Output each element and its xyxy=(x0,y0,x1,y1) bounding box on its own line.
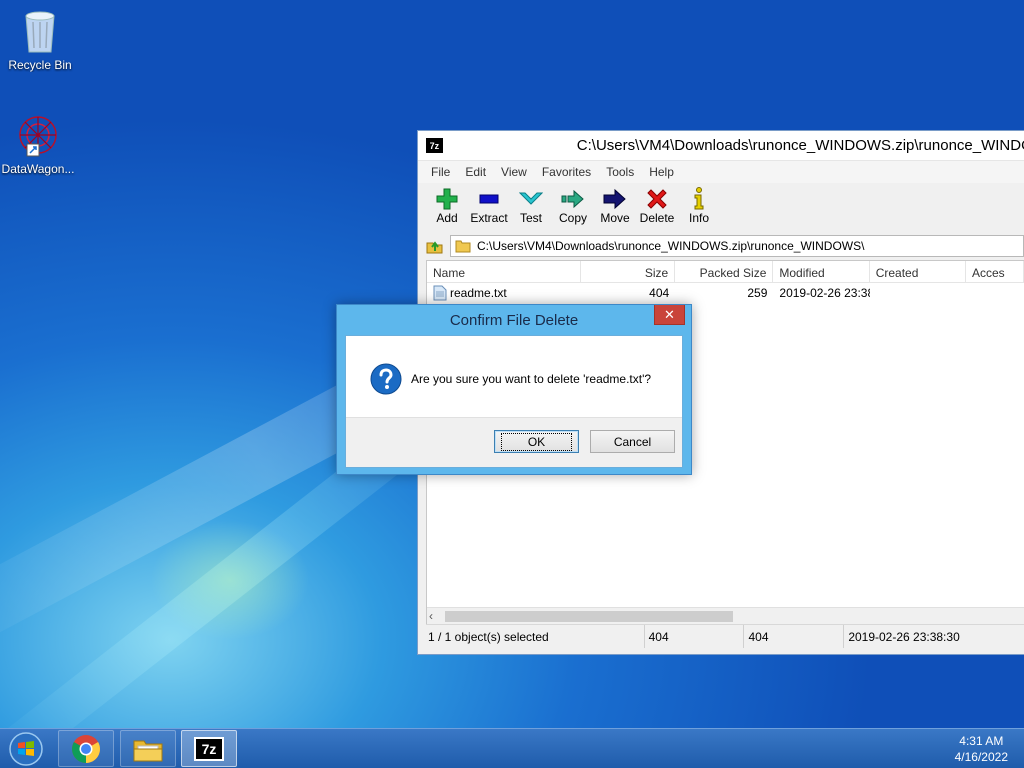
scrollbar-thumb[interactable] xyxy=(445,611,733,622)
clock-date: 4/16/2022 xyxy=(954,750,1008,764)
up-folder-icon[interactable] xyxy=(426,237,444,255)
desktop-icon-datawagon[interactable]: DataWagon... xyxy=(0,114,78,176)
extract-label: Extract xyxy=(470,211,508,225)
ok-button[interactable]: OK xyxy=(494,430,579,453)
file-explorer-icon xyxy=(133,740,163,761)
extract-button[interactable]: Extract xyxy=(468,183,510,225)
address-text: C:\Users\VM4\Downloads\runonce_WINDOWS.z… xyxy=(477,239,865,253)
copy-arrow-icon xyxy=(561,189,584,209)
move-label: Move xyxy=(600,211,630,225)
copy-button[interactable]: Copy xyxy=(552,183,594,225)
taskbar-file-explorer[interactable] xyxy=(120,730,176,767)
move-arrow-icon xyxy=(603,188,626,210)
horizontal-scrollbar[interactable]: ‹ xyxy=(427,607,1024,624)
menu-edit[interactable]: Edit xyxy=(458,165,494,179)
column-header-size[interactable]: Size xyxy=(581,261,676,282)
taskbar: 7z 4:31 AM 4/16/2022 xyxy=(0,728,1024,768)
menu-tools[interactable]: Tools xyxy=(599,165,642,179)
delete-button[interactable]: Delete xyxy=(636,183,678,225)
plus-icon xyxy=(436,188,458,210)
move-button[interactable]: Move xyxy=(594,183,636,225)
delete-x-icon xyxy=(647,189,667,209)
menu-file[interactable]: File xyxy=(424,165,458,179)
7zip-logo-icon: 7z xyxy=(426,138,443,153)
taskbar-7zip[interactable]: 7z xyxy=(181,730,237,767)
info-label: Info xyxy=(688,211,709,225)
datawagon-icon xyxy=(19,116,57,157)
dialog-title: Confirm File Delete xyxy=(449,311,579,329)
file-row[interactable]: readme.txt 404 259 2019-02-26 23:38 xyxy=(427,283,1024,303)
desktop-icon-label: DataWagon... xyxy=(1,162,75,176)
column-header-accessed[interactable]: Acces xyxy=(966,261,1024,282)
dialog-body: Are you sure you want to delete 'readme.… xyxy=(345,335,683,468)
system-clock[interactable]: 4:31 AM 4/16/2022 xyxy=(955,733,1008,765)
info-icon xyxy=(694,187,704,210)
file-modified: 2019-02-26 23:38 xyxy=(779,286,870,300)
file-name: readme.txt xyxy=(450,286,507,300)
folder-icon xyxy=(455,240,471,253)
clock-time: 4:31 AM xyxy=(959,734,1004,748)
menu-favorites[interactable]: Favorites xyxy=(535,165,599,179)
start-button[interactable] xyxy=(6,731,46,767)
confirm-delete-dialog: Confirm File Delete ✕ Are you sure you w… xyxy=(336,304,692,475)
file-packed-size: 259 xyxy=(747,286,768,300)
delete-label: Delete xyxy=(639,211,675,225)
desktop-icon-label: Recycle Bin xyxy=(8,58,72,72)
address-input[interactable]: C:\Users\VM4\Downloads\runonce_WINDOWS.z… xyxy=(450,235,1024,257)
status-modified: 2019-02-26 23:38:30 xyxy=(848,629,960,644)
status-selected: 1 / 1 object(s) selected xyxy=(426,625,645,648)
minus-icon xyxy=(479,194,499,204)
7zip-icon: 7z xyxy=(194,736,224,761)
chrome-icon xyxy=(72,734,100,763)
taskbar-chrome[interactable] xyxy=(58,730,114,767)
menu-help[interactable]: Help xyxy=(642,165,682,179)
info-button[interactable]: Info xyxy=(678,183,720,225)
status-size: 404 xyxy=(645,625,745,648)
status-bar: 1 / 1 object(s) selected 404 404 2019-02… xyxy=(426,624,1024,648)
test-label: Test xyxy=(519,211,542,225)
dialog-message: Are you sure you want to delete 'readme.… xyxy=(411,372,652,386)
scroll-left-icon[interactable]: ‹ xyxy=(429,609,433,623)
status-packed: 404 xyxy=(744,625,845,648)
text-file-icon xyxy=(433,285,447,301)
windows-start-icon xyxy=(9,732,43,766)
add-label: Add xyxy=(436,211,458,225)
address-bar: C:\Users\VM4\Downloads\runonce_WINDOWS.z… xyxy=(418,233,1024,259)
desktop-icon-recycle-bin[interactable]: Recycle Bin xyxy=(0,6,80,72)
column-header-name[interactable]: Name xyxy=(427,261,581,282)
ok-button-label: OK xyxy=(500,432,573,451)
question-icon xyxy=(370,363,402,395)
checkmark-icon xyxy=(519,192,543,205)
column-header-packed-size[interactable]: Packed Size xyxy=(675,261,774,282)
menu-view[interactable]: View xyxy=(494,165,535,179)
window-titlebar[interactable]: 7z C:\Users\VM4\Downloads\runonce_WINDOW… xyxy=(418,131,1024,161)
dialog-titlebar[interactable]: Confirm File Delete ✕ xyxy=(337,305,691,335)
window-title: C:\Users\VM4\Downloads\runonce_WINDOWS.z… xyxy=(576,137,1024,154)
menu-bar: File Edit View Favorites Tools Help xyxy=(418,161,1024,183)
column-header-modified[interactable]: Modified xyxy=(773,261,870,282)
file-list-header: Name Size Packed Size Modified Created A… xyxy=(427,261,1024,283)
file-size: 404 xyxy=(649,286,670,300)
toolbar: Add Extract Test Copy Move Delete Info xyxy=(418,183,1024,233)
copy-label: Copy xyxy=(558,211,587,225)
cancel-button[interactable]: Cancel xyxy=(590,430,675,453)
column-header-created[interactable]: Created xyxy=(870,261,966,282)
recycle-bin-icon xyxy=(25,11,55,53)
test-button[interactable]: Test xyxy=(510,183,552,225)
dialog-close-button[interactable]: ✕ xyxy=(654,305,685,325)
add-button[interactable]: Add xyxy=(426,183,468,225)
dialog-footer: OK Cancel xyxy=(346,417,682,467)
